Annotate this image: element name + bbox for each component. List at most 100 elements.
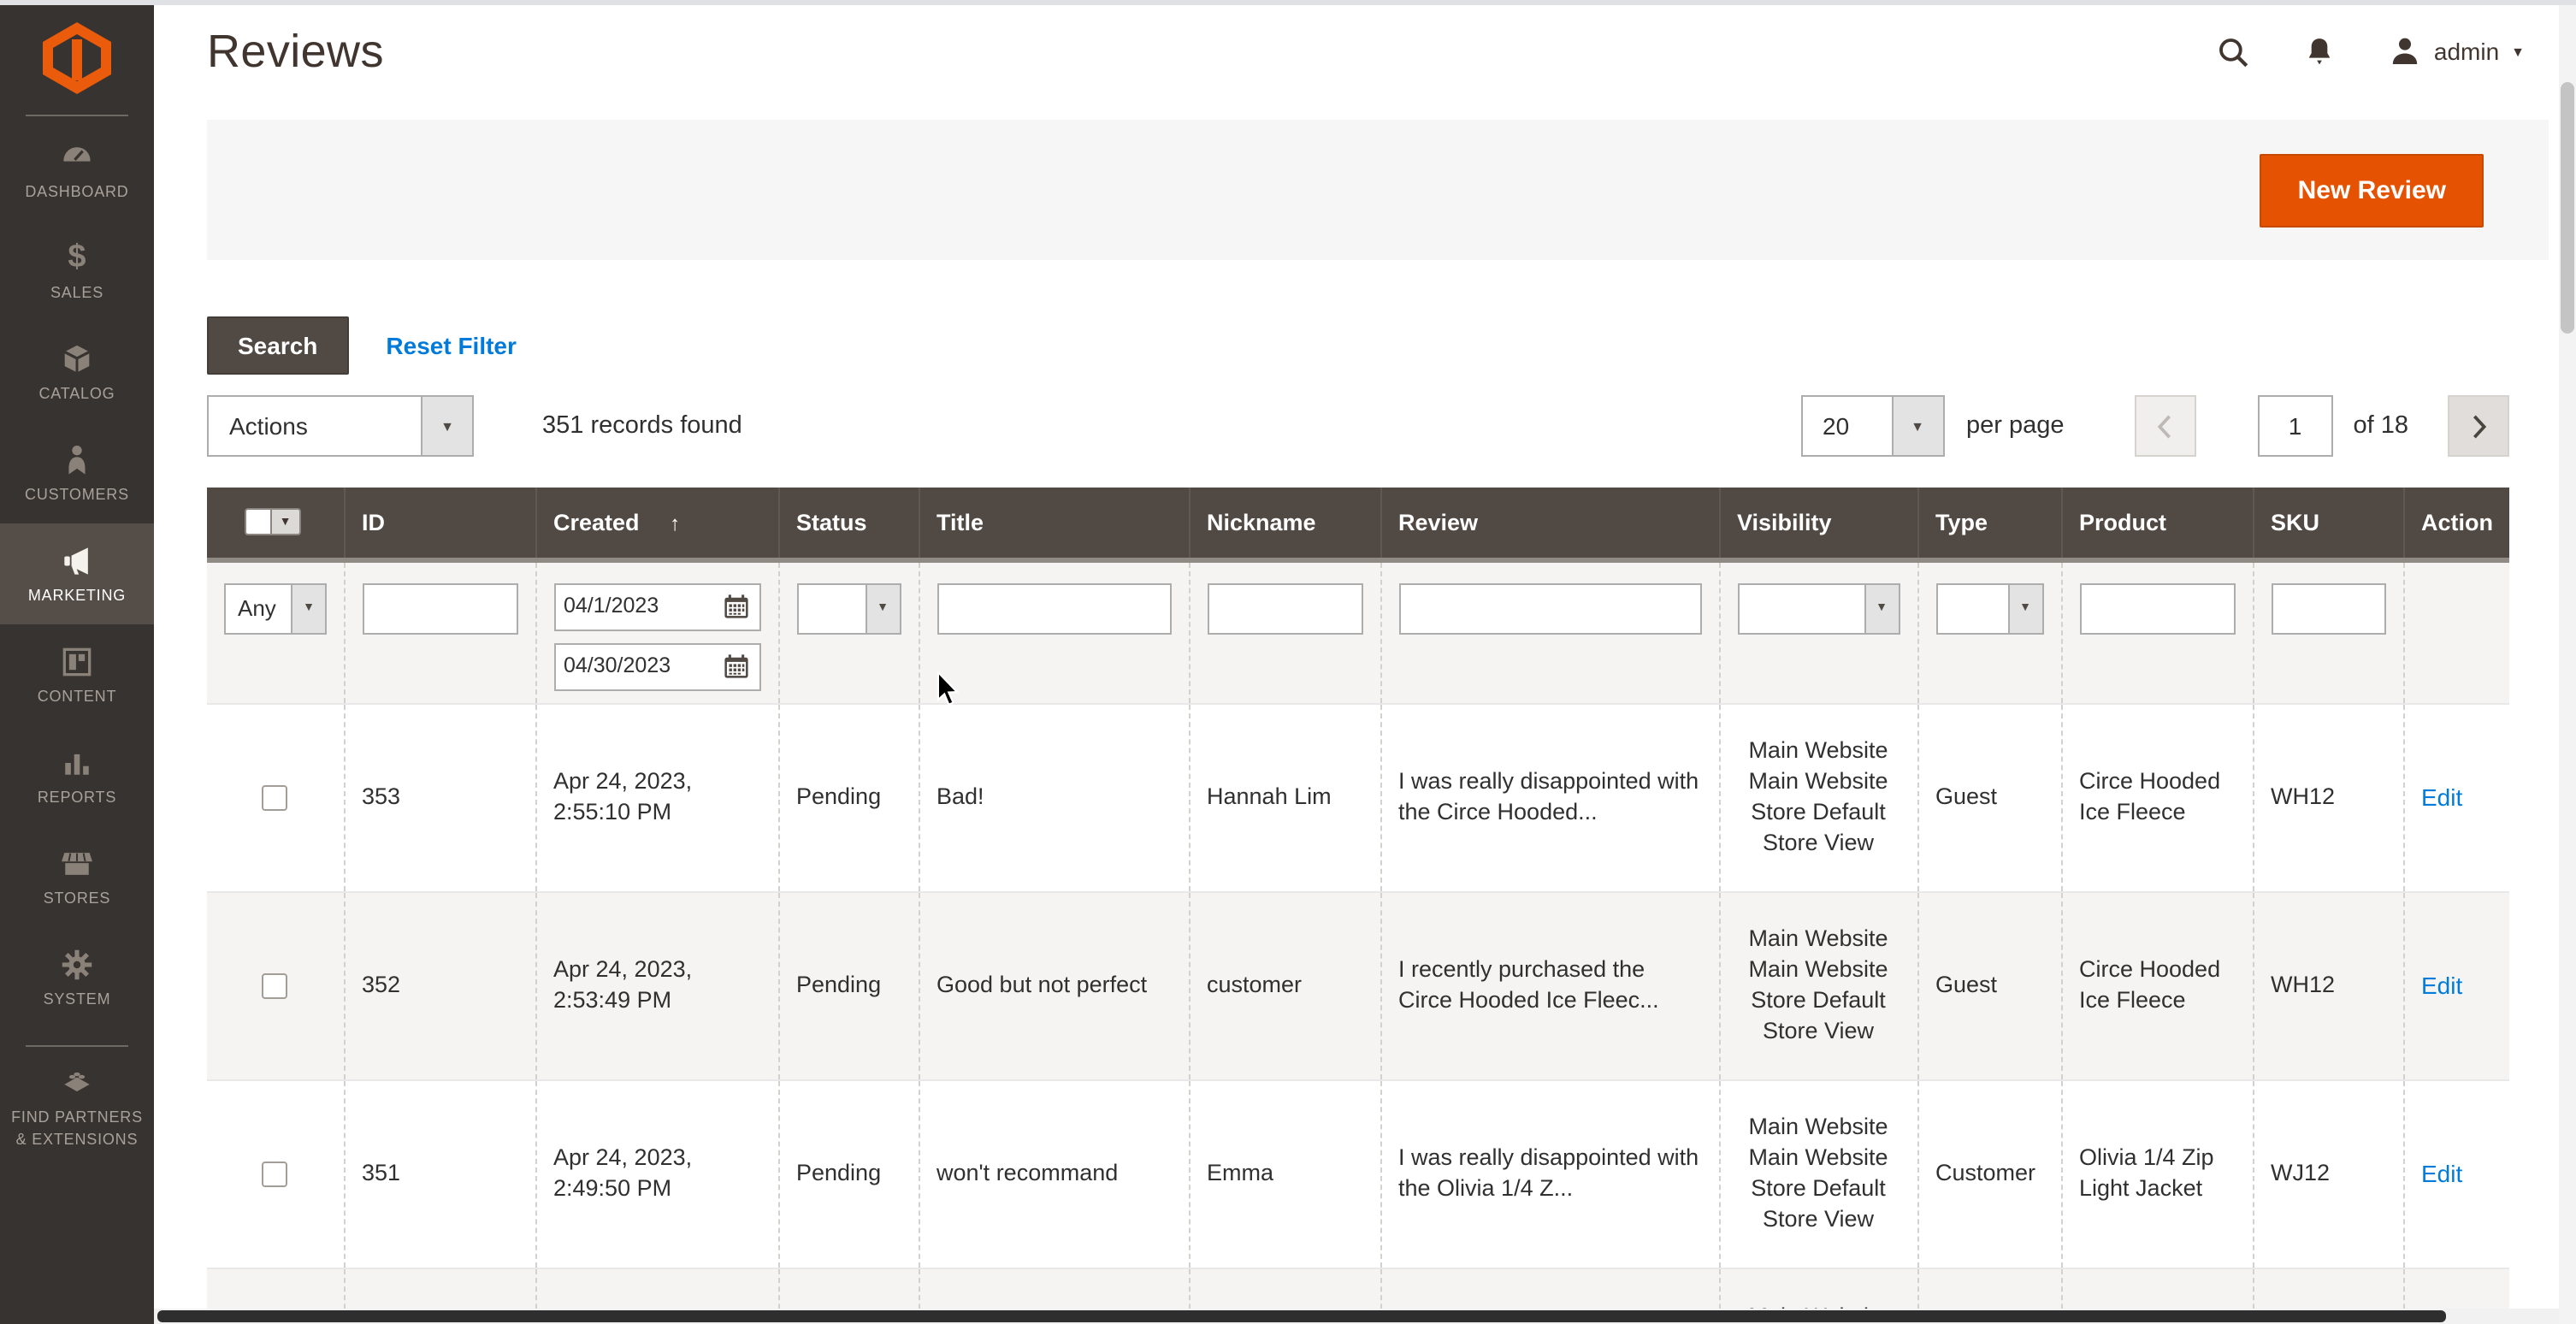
vertical-scrollbar-thumb[interactable]: [2561, 82, 2574, 334]
product-filter-input[interactable]: [2079, 582, 2235, 634]
column-header-id[interactable]: ID: [344, 488, 535, 559]
table-row: 352 Apr 24, 2023, 2:53:49 PM Pending Goo…: [207, 891, 2509, 1079]
column-header-created[interactable]: Created ↑: [535, 488, 778, 559]
global-search-button[interactable]: [2215, 33, 2251, 69]
column-header-review[interactable]: Review: [1380, 488, 1719, 559]
cell-status: Pending: [778, 891, 919, 1079]
edit-link[interactable]: Edit: [2421, 971, 2462, 998]
horizontal-scrollbar[interactable]: [154, 1309, 2559, 1324]
column-header-product[interactable]: Product: [2061, 488, 2253, 559]
column-header-sku[interactable]: SKU: [2253, 488, 2403, 559]
magento-logo-icon[interactable]: [38, 19, 116, 98]
row-checkbox[interactable]: [263, 1161, 288, 1186]
chevron-right-icon: [2469, 413, 2488, 439]
cell-review: I recently purchased the Circe Hooded Ic…: [1380, 891, 1719, 1079]
sidebar-item-label: Stores: [38, 888, 116, 908]
cell-sku: WJ12: [2253, 1079, 2403, 1268]
chevron-left-icon: [2156, 413, 2175, 439]
cell-created: Apr 24, 2023, 2:49:50 PM: [535, 1079, 778, 1268]
search-button[interactable]: Search: [207, 316, 348, 375]
reviews-grid: ▼ ID Created ↑ Status Title Nickname Rev…: [207, 488, 2576, 1324]
sidebar-item-catalog[interactable]: Catalog: [0, 322, 154, 423]
new-review-button[interactable]: New Review: [2260, 153, 2484, 227]
cell-visibility: Main Website Main Website Store Default …: [1719, 1079, 1917, 1268]
edit-link[interactable]: Edit: [2421, 783, 2462, 810]
filter-select-cell: Any ▼: [207, 559, 344, 703]
actions-select[interactable]: Actions ▼: [207, 395, 474, 457]
nickname-filter-input[interactable]: [1207, 582, 1362, 634]
calendar-icon[interactable]: [721, 652, 750, 681]
column-header-action[interactable]: Action: [2403, 488, 2509, 559]
cell-title: won't recommand: [919, 1079, 1189, 1268]
dashboard-icon: [58, 139, 96, 176]
review-filter-input[interactable]: [1398, 582, 1701, 634]
id-filter-input[interactable]: [362, 582, 517, 634]
catalog-box-icon: [58, 340, 96, 378]
column-header-type[interactable]: Type: [1917, 488, 2061, 559]
table-row: 353 Apr 24, 2023, 2:55:10 PM Pending Bad…: [207, 703, 2509, 891]
date-to-field[interactable]: 04/30/2023: [553, 642, 760, 690]
filter-visibility-cell: ▼: [1719, 559, 1917, 703]
actions-select-value: Actions: [209, 397, 421, 455]
horizontal-scrollbar-thumb[interactable]: [157, 1310, 2446, 1322]
sidebar-item-sales[interactable]: $ Sales: [0, 221, 154, 322]
column-header-visibility[interactable]: Visibility: [1719, 488, 1917, 559]
mass-select-filter[interactable]: Any ▼: [224, 582, 327, 634]
row-checkbox[interactable]: [263, 784, 288, 810]
column-header-status[interactable]: Status: [778, 488, 919, 559]
chevron-down-icon: ▼: [2007, 584, 2041, 632]
type-filter-select[interactable]: ▼: [1935, 582, 2043, 634]
edit-link[interactable]: Edit: [2421, 1159, 2462, 1186]
date-from-field[interactable]: 04/1/2023: [553, 582, 760, 630]
cell-type: Guest: [1917, 703, 2061, 891]
per-page-label: per page: [1966, 412, 2065, 440]
calendar-icon[interactable]: [721, 592, 750, 621]
sidebar-item-system[interactable]: System: [0, 927, 154, 1028]
browser-top-edge: [0, 0, 2576, 5]
filter-review-cell: [1380, 559, 1719, 703]
cell-product: Olivia 1/4 Zip Light Jacket: [2061, 1079, 2253, 1268]
filter-title-cell: [919, 559, 1189, 703]
select-all-checkbox[interactable]: [245, 509, 272, 536]
select-all-dropdown[interactable]: ▼: [245, 509, 306, 536]
reset-filter-link[interactable]: Reset Filter: [386, 332, 517, 359]
date-from-value: 04/1/2023: [564, 593, 721, 621]
next-page-button[interactable]: [2448, 395, 2509, 457]
filter-nickname-cell: [1189, 559, 1380, 703]
notifications-button[interactable]: [2302, 33, 2337, 69]
sidebar-item-stores[interactable]: Stores: [0, 826, 154, 927]
filter-status-cell: ▼: [778, 559, 919, 703]
select-all-header[interactable]: ▼: [207, 488, 344, 559]
sidebar-item-marketing[interactable]: Marketing: [0, 523, 154, 624]
current-page-input[interactable]: [2258, 395, 2333, 457]
sidebar-item-customers[interactable]: Customers: [0, 423, 154, 523]
column-header-title[interactable]: Title: [919, 488, 1189, 559]
sidebar-item-content[interactable]: Content: [0, 624, 154, 725]
sku-filter-input[interactable]: [2271, 582, 2385, 634]
sidebar-item-dashboard[interactable]: Dashboard: [0, 120, 154, 221]
cell-product: Circe Hooded Ice Fleece: [2061, 891, 2253, 1079]
visibility-filter-select[interactable]: ▼: [1737, 582, 1900, 634]
cell-nickname: Emma: [1189, 1079, 1380, 1268]
sidebar-item-label: Reports: [32, 787, 121, 807]
per-page-select[interactable]: 20 ▼: [1800, 395, 1944, 457]
title-filter-input[interactable]: [936, 582, 1171, 634]
admin-username: admin: [2434, 38, 2499, 65]
cell-created: Apr 24, 2023, 2:53:49 PM: [535, 891, 778, 1079]
content-layout-icon: [58, 643, 96, 681]
records-found-text: 351 records found: [542, 412, 742, 440]
sidebar-item-find-partners[interactable]: Find Partners & Extensions: [0, 1050, 154, 1163]
column-header-nickname[interactable]: Nickname: [1189, 488, 1380, 559]
date-to-value: 04/30/2023: [564, 653, 721, 681]
admin-user-menu[interactable]: admin ▼: [2388, 34, 2525, 68]
chevron-down-icon: ▼: [2511, 44, 2525, 59]
sidebar-divider: [26, 115, 128, 116]
sidebar-item-reports[interactable]: Reports: [0, 725, 154, 826]
status-filter-select[interactable]: ▼: [796, 582, 901, 634]
cell-sku: WH12: [2253, 703, 2403, 891]
row-checkbox[interactable]: [263, 972, 288, 998]
sidebar-item-label: Content: [32, 686, 122, 706]
user-avatar-icon: [2388, 34, 2422, 68]
vertical-scrollbar[interactable]: [2559, 0, 2576, 1324]
previous-page-button[interactable]: [2135, 395, 2196, 457]
